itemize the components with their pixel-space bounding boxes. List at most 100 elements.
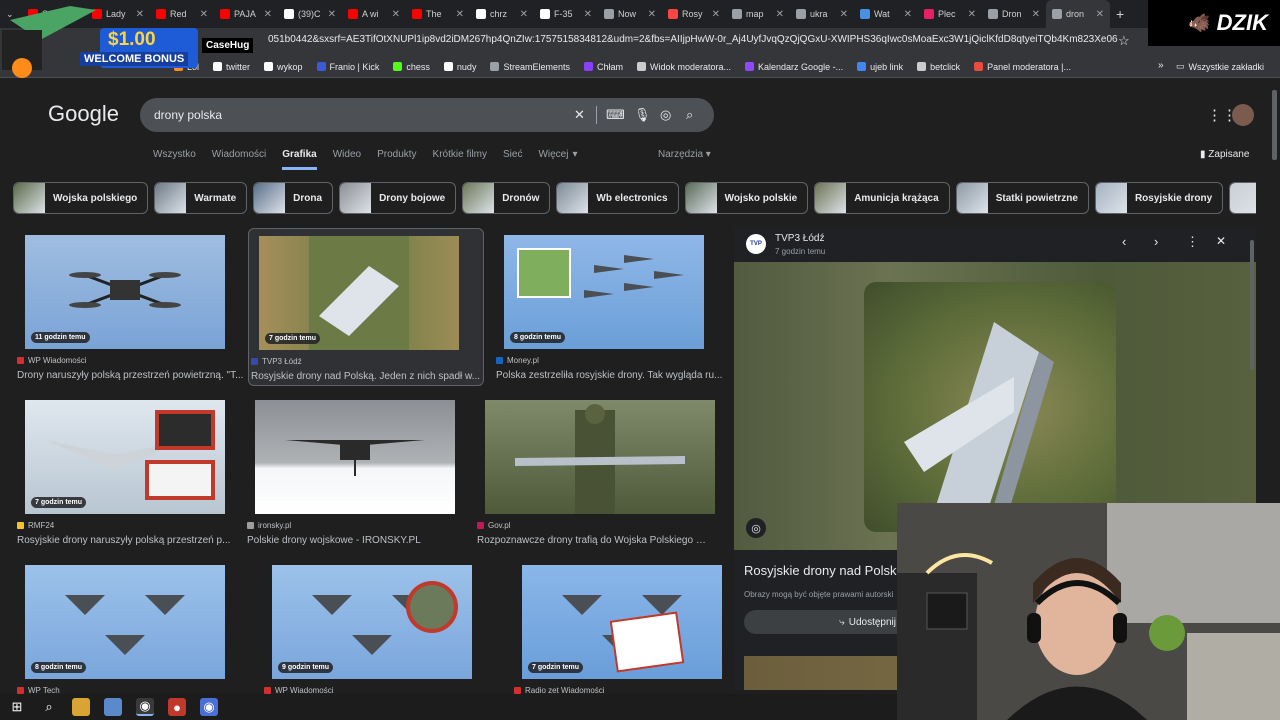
browser-tab[interactable]: The ✕ — [406, 0, 470, 28]
result-thumbnail[interactable]: 8 godzin temu — [25, 565, 225, 679]
keyboard-icon[interactable]: ⌨ — [606, 107, 625, 123]
related-search-chip[interactable]: Wojska polskiego — [13, 182, 149, 214]
result-source[interactable]: Money.pl — [496, 356, 539, 365]
lens-search-icon[interactable]: ◎ — [746, 518, 766, 538]
image-result[interactable]: ironsky.pl Polskie drony wojskowe - IRON… — [245, 393, 481, 551]
related-search-chip[interactable]: Rosyjskie drony — [1094, 182, 1224, 214]
related-search-chip[interactable]: Amunicja krążąca — [814, 182, 950, 214]
result-thumbnail[interactable]: 7 godzin temu — [522, 565, 722, 679]
close-tab-icon[interactable]: ✕ — [520, 9, 528, 20]
bookmark-item[interactable]: nudy — [443, 62, 476, 72]
result-title[interactable]: Drony naruszyły polską przestrzeń powiet… — [17, 370, 249, 381]
related-search-chip[interactable]: Drona — [253, 182, 334, 214]
image-result[interactable]: Gov.pl Rozpoznawcze drony trafią do Wojs… — [475, 393, 715, 551]
clear-icon[interactable]: ✕ — [574, 107, 585, 123]
browser-tab[interactable]: Plec ✕ — [918, 0, 982, 28]
image-result[interactable]: 11 godzin temu WP Wiadomości Drony narus… — [15, 228, 251, 386]
search-tab[interactable]: Wiadomości — [212, 149, 266, 170]
bookmark-item[interactable]: chess — [393, 62, 430, 72]
bookmarks-overflow-icon[interactable]: » — [1158, 60, 1164, 71]
more-options-icon[interactable]: ⋮ — [1186, 234, 1199, 250]
file-explorer-icon[interactable] — [72, 698, 90, 716]
page-scrollbar[interactable] — [1272, 90, 1277, 160]
result-title[interactable]: Rozpoznawcze drony trafią do Wojska Pols… — [477, 535, 709, 546]
search-tab[interactable]: Krótkie filmy — [433, 149, 487, 170]
close-tab-icon[interactable]: ✕ — [1096, 9, 1104, 20]
result-title[interactable]: Polskie drony wojskowe - IRONSKY.PL — [247, 535, 479, 546]
search-tab[interactable]: Wszystko — [153, 149, 196, 170]
browser-tab[interactable]: Wat ✕ — [854, 0, 918, 28]
result-source[interactable]: RMF24 — [17, 521, 54, 530]
bookmark-item[interactable]: betclick — [917, 62, 960, 72]
browser-tab[interactable]: A wi ✕ — [342, 0, 406, 28]
search-tab[interactable]: Więcej — [538, 149, 568, 170]
search-tab[interactable]: Sieć — [503, 149, 522, 170]
bookmark-item[interactable]: Chłam — [583, 62, 623, 72]
result-thumbnail[interactable]: 9 godzin temu — [272, 565, 472, 679]
browser-tab[interactable]: F-35 ✕ — [534, 0, 598, 28]
close-tab-icon[interactable]: ✕ — [904, 9, 912, 20]
browser-tab[interactable]: Rosy ✕ — [662, 0, 726, 28]
image-result[interactable]: 7 godzin temu TVP3 Łódź Rosyjskie drony … — [248, 228, 484, 386]
tools-button[interactable]: Narzędzia ▾ — [658, 149, 711, 160]
bookmark-item[interactable]: Panel moderatora |... — [974, 62, 1071, 72]
search-tab[interactable]: Produkty — [377, 149, 416, 170]
browser-tab[interactable]: ukra ✕ — [790, 0, 854, 28]
close-tab-icon[interactable]: ✕ — [968, 9, 976, 20]
result-title[interactable]: Rosyjskie drony naruszyły polską przestr… — [17, 535, 249, 546]
related-search-chip[interactable]: Dronów — [462, 182, 551, 214]
image-result[interactable]: 7 godzin temu RMF24 Rosyjskie drony naru… — [15, 393, 251, 551]
browser-tab[interactable]: Dron ✕ — [982, 0, 1046, 28]
search-icon[interactable]: ⌕ — [40, 698, 58, 716]
result-title[interactable]: Polska zestrzeliła rosyjskie drony. Tak … — [496, 370, 728, 381]
bookmark-item[interactable]: Franio | Kick — [316, 62, 379, 72]
recorder-icon[interactable]: ● — [168, 698, 186, 716]
bookmark-item[interactable]: ujeb link — [857, 62, 903, 72]
related-search-chip[interactable]: Statki powietrzne — [955, 182, 1089, 214]
result-source[interactable]: Gov.pl — [477, 521, 511, 530]
close-tab-icon[interactable]: ✕ — [456, 9, 464, 20]
bookmark-item[interactable]: Widok moderatora... — [637, 62, 731, 72]
app-icon[interactable] — [104, 698, 122, 716]
search-input[interactable]: drony polska — [154, 108, 222, 122]
next-arrow-icon[interactable]: › — [1154, 234, 1158, 249]
windows-start-icon[interactable]: ⊞ — [8, 698, 26, 716]
result-thumbnail[interactable]: 7 godzin temu — [259, 236, 459, 350]
result-thumbnail[interactable]: 7 godzin temu — [25, 400, 225, 514]
preview-source[interactable]: TVP3 Łódź — [775, 233, 824, 244]
avatar[interactable] — [1232, 104, 1254, 126]
result-thumbnail[interactable]: 11 godzin temu — [25, 235, 225, 349]
close-tab-icon[interactable]: ✕ — [712, 9, 720, 20]
close-tab-icon[interactable]: ✕ — [584, 9, 592, 20]
close-tab-icon[interactable]: ✕ — [392, 9, 400, 20]
preview-scrollbar[interactable] — [1250, 240, 1254, 370]
camera-lens-icon[interactable]: ◎ — [660, 107, 671, 123]
browser-tab[interactable]: Now ✕ — [598, 0, 662, 28]
browser-tab[interactable]: dron ✕ — [1046, 0, 1110, 28]
result-source[interactable]: TVP3 Łódź — [251, 357, 302, 366]
bookmark-star-icon[interactable]: ☆ — [1118, 33, 1130, 49]
search-tab[interactable]: Grafika — [282, 149, 317, 170]
bookmark-item[interactable]: StreamElements — [490, 62, 570, 72]
browser-tab[interactable]: chrz ✕ — [470, 0, 534, 28]
close-tab-icon[interactable]: ✕ — [328, 9, 336, 20]
chrome-icon[interactable]: ◉ — [136, 698, 154, 716]
close-tab-icon[interactable]: ✕ — [648, 9, 656, 20]
result-thumbnail[interactable] — [485, 400, 715, 514]
preview-title[interactable]: Rosyjskie drony nad Polską. J — [744, 563, 917, 578]
microphone-icon[interactable]: 🎙 — [634, 107, 651, 123]
image-result[interactable]: 9 godzin temu WP Wiadomości — [262, 558, 498, 716]
image-result[interactable]: 8 godzin temu Money.pl Polska zestrzelił… — [494, 228, 730, 386]
related-search-chip[interactable]: Drony bojowe — [339, 182, 457, 214]
all-bookmarks-folder[interactable]: ▭ Wszystkie zakładki — [1176, 61, 1264, 72]
url-field[interactable]: 051b0442&sxsrf=AE3TifOtXNUPl1ip8vd2iDM26… — [268, 34, 1118, 45]
image-result[interactable]: 7 godzin temu Radio zet Wiadomości — [512, 558, 748, 716]
image-result[interactable]: 8 godzin temu WP Tech — [15, 558, 251, 716]
close-tab-icon[interactable]: ✕ — [840, 9, 848, 20]
result-title[interactable]: Rosyjskie drony nad Polską. Jeden z nich… — [251, 371, 483, 382]
prev-arrow-icon[interactable]: ‹ — [1122, 234, 1126, 249]
search-tab[interactable]: Wideo — [333, 149, 361, 170]
close-tab-icon[interactable]: ✕ — [1032, 9, 1040, 20]
result-source[interactable]: ironsky.pl — [247, 521, 291, 530]
saved-button[interactable]: ▮ Zapisane — [1200, 149, 1249, 160]
